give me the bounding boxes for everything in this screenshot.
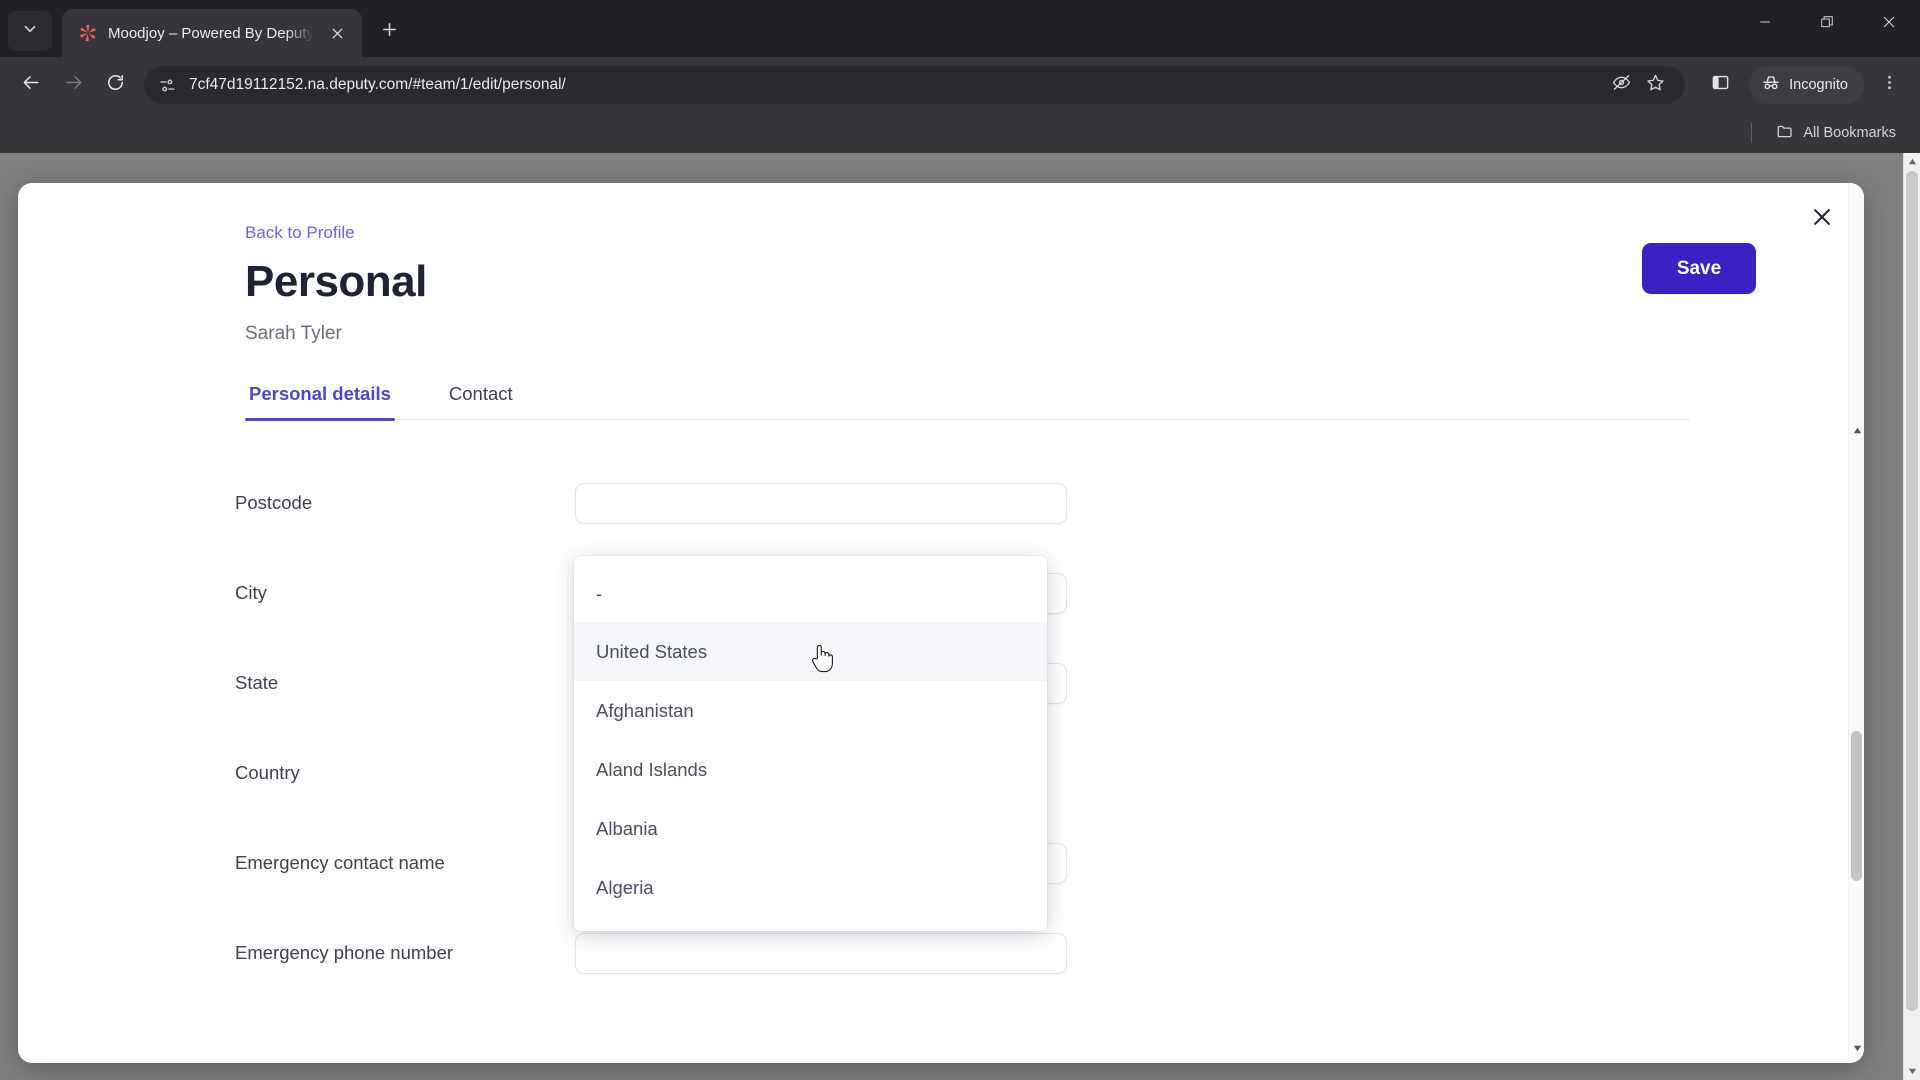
modal-body: Back to Profile Personal Sarah Tyler Sav…: [18, 183, 1848, 1063]
tab-search-button[interactable]: [8, 11, 52, 51]
label-country: Country: [235, 762, 300, 783]
country-option-aland-islands[interactable]: Aland Islands: [574, 740, 1047, 799]
close-icon: [1811, 206, 1833, 233]
browser-toolbar: 7cf47d19112152.na.deputy.com/#team/1/edi…: [0, 57, 1920, 113]
eye-off-icon: [1612, 73, 1631, 97]
all-bookmarks-label: All Bookmarks: [1803, 125, 1896, 141]
side-panel-button[interactable]: [1701, 66, 1739, 104]
label-postcode: Postcode: [235, 492, 313, 513]
page-backdrop: Back to Profile Personal Sarah Tyler Sav…: [0, 153, 1903, 1080]
modal-scrollbar-thumb[interactable]: [1851, 731, 1862, 881]
modal-tabs: Personal details Contact: [245, 383, 1690, 421]
country-option-united-states[interactable]: United States: [574, 622, 1047, 681]
minimize-icon: [1758, 15, 1772, 34]
reload-icon: [106, 73, 125, 97]
reload-button[interactable]: [96, 66, 134, 104]
three-dot-menu-icon: [1881, 74, 1898, 96]
minimize-button[interactable]: [1734, 0, 1796, 48]
label-state: State: [235, 672, 279, 693]
all-bookmarks-button[interactable]: All Bookmarks: [1768, 117, 1904, 149]
omnibox-actions: [1605, 69, 1671, 101]
bookmarks-bar: All Bookmarks: [0, 113, 1920, 153]
page-scrollbar[interactable]: [1903, 153, 1920, 1080]
back-to-profile-link[interactable]: Back to Profile: [245, 223, 355, 243]
modal-scroll-up-button[interactable]: [1849, 423, 1864, 439]
save-button[interactable]: Save: [1642, 243, 1756, 294]
caret-up-icon: [1853, 422, 1862, 440]
tab-strip: Moodjoy – Powered By Deputy: [0, 0, 1920, 57]
modal-close-button[interactable]: [1802, 199, 1842, 239]
new-tab-button[interactable]: [370, 13, 408, 51]
chevron-down-icon: [21, 20, 39, 43]
incognito-profile-chip[interactable]: Incognito: [1749, 66, 1864, 104]
incognito-label: Incognito: [1789, 77, 1848, 93]
bookmarks-divider: [1751, 123, 1753, 143]
side-panel-icon: [1711, 73, 1730, 97]
close-icon: [1882, 15, 1896, 34]
form-row-postcode: Postcode: [235, 458, 1788, 548]
tracking-protection-button[interactable]: [1605, 69, 1637, 101]
label-emergency-contact-name: Emergency contact name: [235, 852, 445, 873]
page-scroll-up-button[interactable]: [1904, 153, 1920, 170]
folder-icon: [1776, 122, 1794, 144]
tab-personal-details[interactable]: Personal details: [245, 383, 395, 421]
caret-down-icon: [1908, 1063, 1917, 1080]
label-city: City: [235, 582, 267, 603]
tab-contact[interactable]: Contact: [445, 383, 517, 419]
tab-close-button[interactable]: [324, 20, 350, 46]
country-dropdown-list: - United States Afghanistan Aland Island…: [574, 556, 1047, 931]
plus-icon: [381, 21, 398, 43]
site-settings-icon[interactable]: [158, 76, 177, 95]
label-emergency-phone-number: Emergency phone number: [235, 942, 454, 963]
browser-tab[interactable]: Moodjoy – Powered By Deputy: [62, 9, 362, 57]
emergency-phone-number-input[interactable]: [575, 932, 1067, 974]
country-option-albania[interactable]: Albania: [574, 799, 1047, 858]
forward-arrow-icon: [64, 73, 83, 97]
star-icon: [1646, 73, 1665, 97]
modal-scrollbar[interactable]: [1848, 183, 1864, 1063]
personal-details-modal: Back to Profile Personal Sarah Tyler Sav…: [18, 183, 1864, 1063]
page-scrollbar-thumb[interactable]: [1906, 171, 1918, 1011]
bookmark-button[interactable]: [1639, 69, 1671, 101]
page-title: Personal: [245, 257, 427, 306]
address-bar[interactable]: 7cf47d19112152.na.deputy.com/#team/1/edi…: [144, 66, 1686, 104]
caret-up-icon: [1908, 153, 1917, 171]
moodjoy-favicon: [78, 23, 98, 43]
country-option-algeria[interactable]: Algeria: [574, 858, 1047, 917]
postcode-input[interactable]: [575, 482, 1067, 524]
browser-window: Moodjoy – Powered By Deputy 7cf47d191121…: [0, 0, 1920, 1080]
page-viewport: Back to Profile Personal Sarah Tyler Sav…: [0, 153, 1920, 1080]
window-close-button[interactable]: [1858, 0, 1920, 48]
page-scroll-down-button[interactable]: [1904, 1063, 1920, 1080]
employee-name: Sarah Tyler: [245, 323, 342, 344]
modal-scroll-down-button[interactable]: [1849, 1041, 1864, 1057]
window-controls: [1734, 0, 1920, 48]
incognito-icon: [1761, 73, 1781, 97]
caret-down-icon: [1853, 1040, 1862, 1058]
back-button[interactable]: [12, 66, 50, 104]
tab-title: Moodjoy – Powered By Deputy: [108, 24, 314, 42]
maximize-button[interactable]: [1796, 0, 1858, 48]
country-option-afghanistan[interactable]: Afghanistan: [574, 681, 1047, 740]
country-option-placeholder[interactable]: -: [574, 566, 1047, 622]
forward-button[interactable]: [54, 66, 92, 104]
back-arrow-icon: [22, 73, 41, 97]
maximize-icon: [1820, 15, 1834, 34]
browser-menu-button[interactable]: [1870, 66, 1908, 104]
url-text: 7cf47d19112152.na.deputy.com/#team/1/edi…: [189, 76, 566, 93]
